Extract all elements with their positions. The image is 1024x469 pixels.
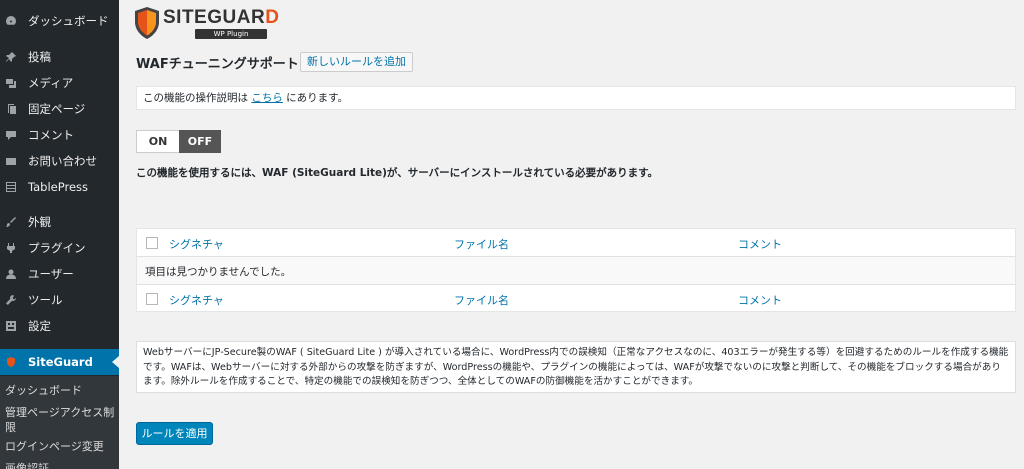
sidebar-item-tablepress[interactable]: TablePress (0, 174, 119, 200)
sidebar-item-posts[interactable]: 投稿 (0, 44, 119, 70)
page-title: WAFチューニングサポート (136, 57, 299, 72)
sidebar-item-appearance[interactable]: 外観 (0, 209, 119, 235)
mail-icon (5, 155, 17, 167)
submenu-item-dashboard[interactable]: ダッシュボード (5, 383, 117, 398)
page-icon (5, 103, 17, 115)
sidebar-item-tools[interactable]: ツール (0, 287, 119, 313)
sidebar-item-label: ユーザー (28, 267, 74, 281)
siteguard-logo: SITEGUARD WP Plugin (135, 6, 285, 40)
help-link[interactable]: こちら (251, 92, 283, 104)
table-footer-row: シグネチャ ファイル名 コメント (137, 284, 1015, 312)
rules-table: シグネチャ ファイル名 コメント 項目は見つかりませんでした。 シグネチャ ファ… (136, 228, 1016, 312)
wrench-icon (5, 294, 17, 306)
requirement-message: この機能を使用するには、WAF (SiteGuard Lite)が、サーバーにイ… (136, 167, 659, 179)
main-content: SITEGUARD WP Plugin WAFチューニングサポート 新しいルール… (119, 0, 1024, 469)
sidebar-item-label: メディア (28, 76, 74, 90)
toggle-on-button[interactable]: ON (136, 130, 179, 153)
media-icon (5, 77, 17, 89)
waf-toggle: ON OFF (136, 130, 221, 153)
sidebar-item-settings[interactable]: 設定 (0, 313, 119, 339)
sidebar-item-users[interactable]: ユーザー (0, 261, 119, 287)
admin-sidebar: ダッシュボード 投稿 メディア 固定ページ コメント お問い合わせ TableP… (0, 0, 119, 469)
sidebar-item-siteguard[interactable]: SiteGuard (0, 349, 119, 375)
column-filename[interactable]: ファイル名 (454, 236, 509, 252)
column-signature-footer[interactable]: シグネチャ (169, 292, 224, 308)
sidebar-item-label: 投稿 (28, 50, 51, 64)
sidebar-item-plugins[interactable]: プラグイン (0, 235, 119, 261)
comment-icon (5, 129, 17, 141)
dashboard-icon (5, 15, 17, 27)
column-signature[interactable]: シグネチャ (169, 236, 224, 252)
sidebar-item-media[interactable]: メディア (0, 70, 119, 96)
table-icon (5, 181, 17, 193)
sidebar-item-dashboard[interactable]: ダッシュボード (0, 8, 119, 34)
sidebar-item-pages[interactable]: 固定ページ (0, 96, 119, 122)
feature-description: WebサーバーにJP-Secure製のWAF ( SiteGuard Lite … (136, 341, 1016, 393)
sidebar-item-label: TablePress (28, 180, 89, 194)
pushpin-icon (5, 51, 17, 63)
plugin-icon (5, 242, 17, 254)
sidebar-item-label: 設定 (28, 319, 51, 333)
sidebar-item-comments[interactable]: コメント (0, 122, 119, 148)
submenu-item-login-page[interactable]: ログインページ変更 (5, 439, 117, 454)
sidebar-item-label: 外観 (28, 215, 51, 229)
sidebar-item-label: 固定ページ (28, 102, 86, 116)
sidebar-item-label: ダッシュボード (28, 14, 109, 28)
column-comment[interactable]: コメント (738, 236, 782, 252)
table-header-row: シグネチャ ファイル名 コメント (137, 229, 1015, 257)
add-new-rule-button[interactable]: 新しいルールを追加 (300, 52, 413, 72)
column-filename-footer[interactable]: ファイル名 (454, 292, 509, 308)
select-all-checkbox-footer[interactable] (146, 293, 158, 305)
select-all-checkbox[interactable] (146, 237, 158, 249)
settings-icon (5, 320, 17, 332)
sidebar-item-label: コメント (28, 128, 74, 142)
brush-icon (5, 216, 17, 228)
submenu-item-admin-access[interactable]: 管理ページアクセス制限 (5, 405, 117, 435)
sidebar-item-label: ツール (28, 293, 63, 307)
logo-wordmark: SITEGUARD (163, 7, 280, 28)
table-empty-row: 項目は見つかりませんでした。 (137, 257, 1015, 285)
shield-icon (135, 7, 159, 39)
sidebar-item-label: SiteGuard (28, 355, 93, 369)
submenu-item-captcha[interactable]: 画像認証 (5, 461, 117, 469)
toggle-off-button[interactable]: OFF (179, 130, 221, 153)
no-items-message: 項目は見つかりませんでした。 (145, 266, 292, 278)
sidebar-item-contact[interactable]: お問い合わせ (0, 148, 119, 174)
sidebar-item-label: プラグイン (28, 241, 86, 255)
column-comment-footer[interactable]: コメント (738, 292, 782, 308)
help-notice: この機能の操作説明は こちら にあります。 (136, 86, 1016, 110)
logo-subtitle: WP Plugin (195, 29, 267, 39)
apply-rules-button[interactable]: ルールを適用 (136, 422, 213, 445)
siteguard-icon (5, 356, 17, 368)
sidebar-item-label: お問い合わせ (28, 154, 97, 168)
user-icon (5, 268, 17, 280)
siteguard-submenu: ダッシュボード 管理ページアクセス制限 ログインページ変更 画像認証 (0, 376, 119, 469)
